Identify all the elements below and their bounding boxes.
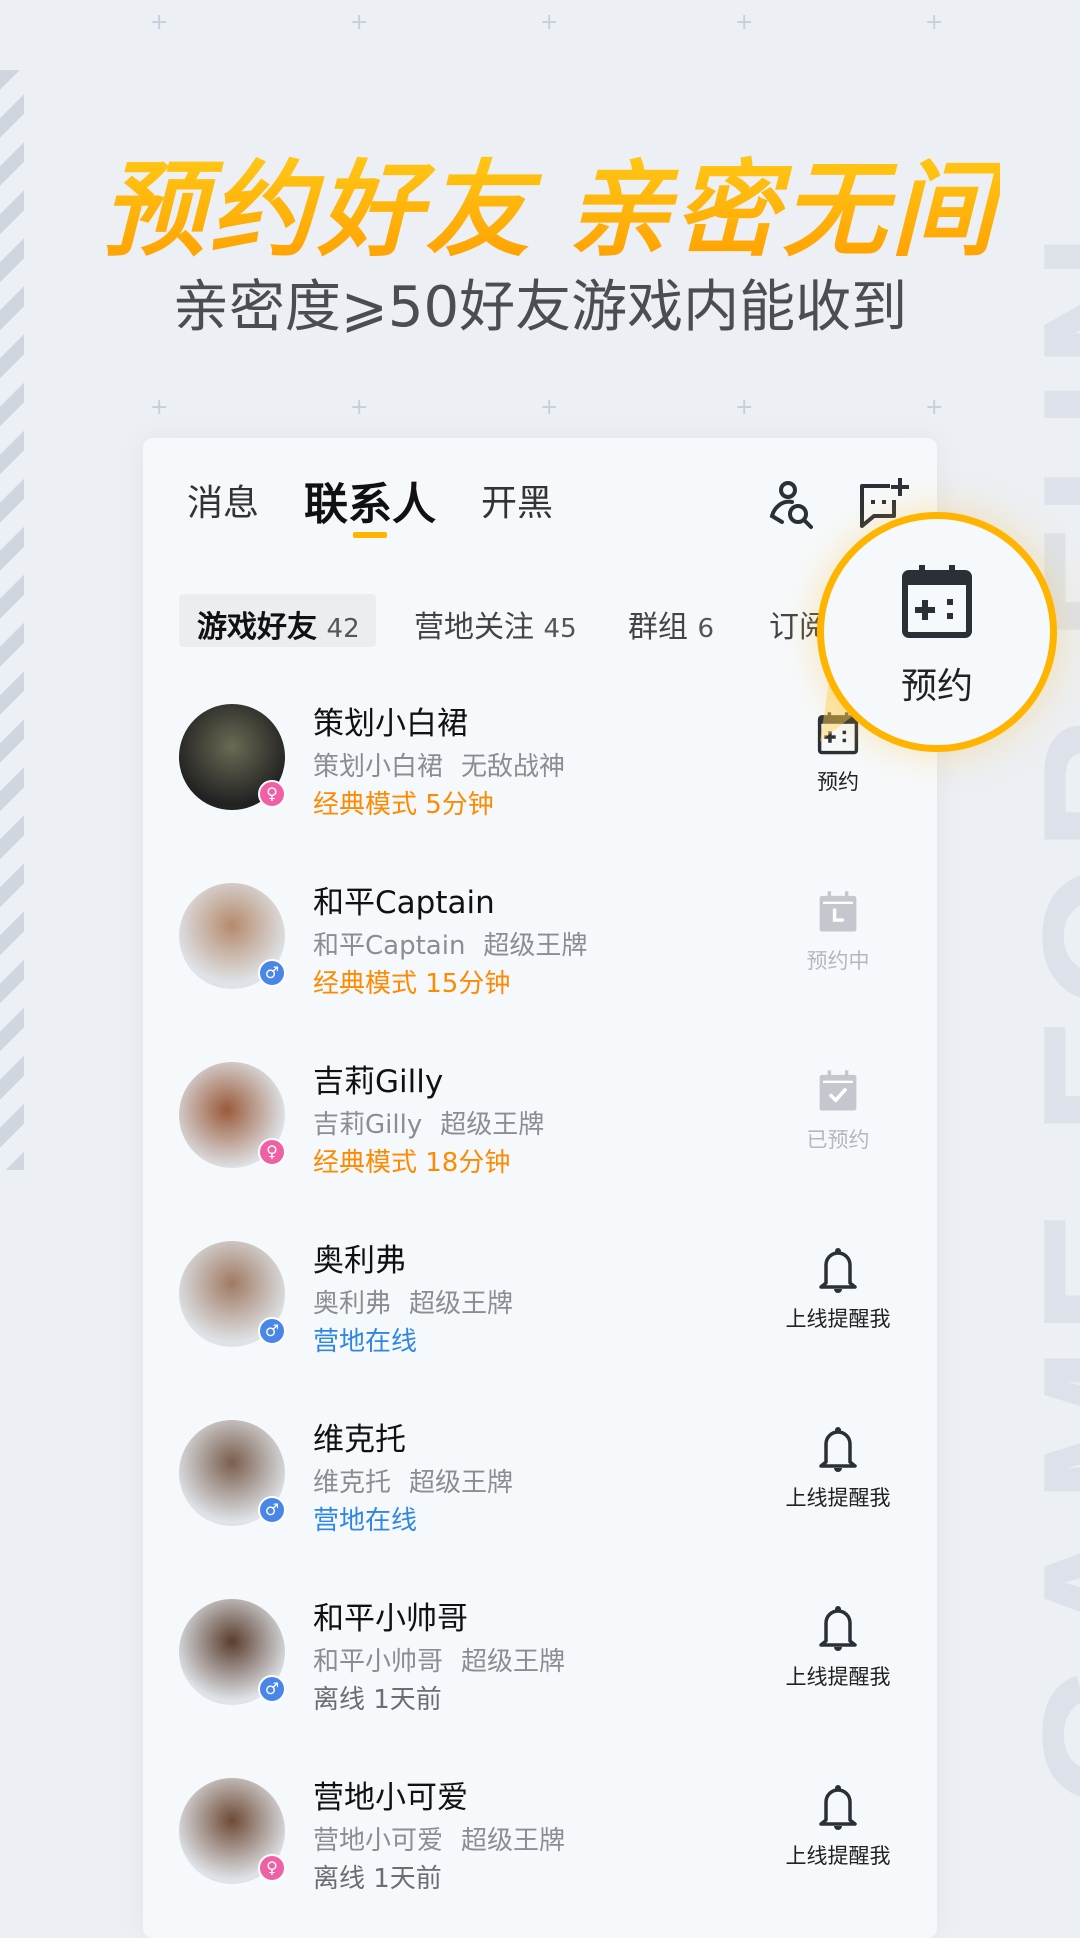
- bell-icon: [819, 1427, 857, 1472]
- contact-row[interactable]: ♂ 维克托 维克托 超级王牌 营地在线 上线提醒我: [143, 1390, 937, 1569]
- contact-name: 策划小白裙: [313, 706, 468, 742]
- action-label: 上线提醒我: [785, 1486, 891, 1510]
- background-watermark: GAME FOR FUN: [1004, 221, 1080, 1809]
- bell-icon: [819, 1785, 857, 1830]
- contact-name: 维克托: [313, 1422, 406, 1458]
- reserve-button[interactable]: 已预约: [758, 1068, 918, 1154]
- calendar-clock-icon: [819, 891, 857, 932]
- contact-status: 离线 1天前: [313, 1864, 442, 1894]
- contact-info: 奥利弗 超级王牌: [313, 1283, 513, 1320]
- contact-rank: 超级王牌: [409, 1289, 514, 1319]
- contact-info: 和平小帅哥 超级王牌: [313, 1641, 565, 1678]
- contact-name: 营地小可爱: [313, 1780, 468, 1816]
- female-gender-icon: ♀: [258, 1138, 286, 1166]
- contact-status: 经典模式 18分钟: [313, 1148, 511, 1178]
- contact-row[interactable]: ♂ 和平小帅哥 和平小帅哥 超级王牌 离线 1天前 上线提醒我: [143, 1569, 937, 1748]
- sub-tab-count: 6: [697, 614, 715, 644]
- bell-icon: [819, 1248, 857, 1293]
- tab-team-up[interactable]: 开黑: [481, 474, 553, 526]
- notify-online-button[interactable]: 上线提醒我: [758, 1605, 918, 1691]
- contact-nick: 营地小可爱: [313, 1826, 444, 1856]
- contact-rank: 超级王牌: [440, 1110, 545, 1140]
- contact-info: 策划小白裙 无敌战神: [313, 746, 565, 783]
- decorative-plus: +: [925, 395, 944, 420]
- promo-subhead: 亲密度⩾50好友游戏内能收到: [172, 275, 908, 340]
- male-gender-icon: ♂: [258, 1496, 286, 1524]
- contact-rank: 超级王牌: [483, 931, 588, 961]
- contact-nick: 奥利弗: [313, 1289, 392, 1319]
- contact-rank: 无敌战神: [461, 752, 566, 782]
- contact-info: 吉莉Gilly 超级王牌: [313, 1104, 544, 1141]
- action-label: 已预约: [806, 1128, 870, 1152]
- tab-messages[interactable]: 消息: [187, 474, 259, 526]
- action-label: 上线提醒我: [785, 1844, 891, 1868]
- contact-status: 营地在线: [313, 1506, 418, 1536]
- contact-nick: 策划小白裙: [313, 752, 444, 782]
- contact-row[interactable]: ♂ 和平Captain 和平Captain 超级王牌 经典模式 15分钟 预约中: [143, 853, 937, 1032]
- notify-online-button[interactable]: 上线提醒我: [758, 1247, 918, 1333]
- contact-rank: 超级王牌: [409, 1468, 514, 1498]
- decorative-plus: +: [540, 395, 559, 420]
- contact-info: 和平Captain 超级王牌: [313, 925, 587, 962]
- action-label: 预约: [817, 770, 859, 794]
- contact-info: 营地小可爱 超级王牌: [313, 1820, 565, 1857]
- contact-name: 和平Captain: [313, 885, 495, 921]
- sub-tab-groups[interactable]: 群组 6: [628, 602, 714, 646]
- action-label: 上线提醒我: [785, 1307, 891, 1331]
- contact-status: 经典模式 15分钟: [313, 969, 511, 999]
- male-gender-icon: ♂: [258, 1317, 286, 1345]
- decorative-plus: +: [735, 395, 754, 420]
- sub-tab-count: 45: [543, 614, 577, 644]
- female-gender-icon: ♀: [258, 780, 286, 808]
- male-gender-icon: ♂: [258, 1675, 286, 1703]
- sub-tab-count: 42: [326, 614, 360, 644]
- reserve-callout: 预约: [817, 512, 1057, 752]
- promo-headline: 预约好友 亲密无间: [100, 125, 1000, 276]
- action-label: 预约中: [806, 949, 870, 973]
- bell-icon: [819, 1606, 857, 1651]
- sub-tab-label: 营地关注: [414, 610, 534, 645]
- contact-nick: 吉莉Gilly: [313, 1110, 423, 1140]
- sub-tab-camp-follow[interactable]: 营地关注 45: [414, 602, 577, 646]
- decorative-plus: +: [540, 10, 559, 35]
- active-tab-indicator: [353, 532, 387, 538]
- contact-name: 和平小帅哥: [313, 1601, 468, 1637]
- decorative-plus: +: [925, 10, 944, 35]
- female-gender-icon: ♀: [258, 1854, 286, 1882]
- contact-nick: 和平Captain: [313, 931, 466, 961]
- sub-tab-game-friends[interactable]: 游戏好友 42: [197, 602, 360, 646]
- contact-row[interactable]: ♀ 营地小可爱 营地小可爱 超级王牌 离线 1天前 上线提醒我: [143, 1748, 937, 1927]
- decorative-plus: +: [350, 395, 369, 420]
- decorative-plus: +: [150, 395, 169, 420]
- contact-nick: 维克托: [313, 1468, 392, 1498]
- search-friend-icon[interactable]: [768, 478, 820, 530]
- tab-contacts[interactable]: 联系人: [304, 468, 436, 532]
- callout-label: 预约: [900, 666, 973, 707]
- contact-status: 离线 1天前: [313, 1685, 442, 1715]
- decorative-plus: +: [735, 10, 754, 35]
- action-label: 上线提醒我: [785, 1665, 891, 1689]
- contact-nick: 和平小帅哥: [313, 1647, 444, 1677]
- contact-name: 奥利弗: [313, 1243, 406, 1279]
- contact-status: 营地在线: [313, 1327, 418, 1357]
- contact-row[interactable]: ♂ 奥利弗 奥利弗 超级王牌 营地在线 上线提醒我: [143, 1211, 937, 1390]
- contact-info: 维克托 超级王牌: [313, 1462, 513, 1499]
- contact-name: 吉莉Gilly: [313, 1064, 444, 1100]
- contact-rank: 超级王牌: [461, 1826, 566, 1856]
- decorative-plus: +: [150, 10, 169, 35]
- sub-tab-label: 群组: [628, 610, 688, 645]
- notify-online-button[interactable]: 上线提醒我: [758, 1426, 918, 1512]
- calendar-gamepad-icon: [902, 565, 972, 638]
- contact-rank: 超级王牌: [461, 1647, 566, 1677]
- male-gender-icon: ♂: [258, 959, 286, 987]
- contact-status: 经典模式 5分钟: [313, 790, 494, 820]
- sub-tab-label: 游戏好友: [197, 610, 317, 645]
- reserve-button[interactable]: 预约中: [758, 889, 918, 975]
- decorative-plus: +: [350, 10, 369, 35]
- background-stripes: [0, 70, 24, 1170]
- notify-online-button[interactable]: 上线提醒我: [758, 1784, 918, 1870]
- contact-row[interactable]: ♀ 吉莉Gilly 吉莉Gilly 超级王牌 经典模式 18分钟 已预约: [143, 1032, 937, 1211]
- calendar-check-icon: [819, 1070, 857, 1111]
